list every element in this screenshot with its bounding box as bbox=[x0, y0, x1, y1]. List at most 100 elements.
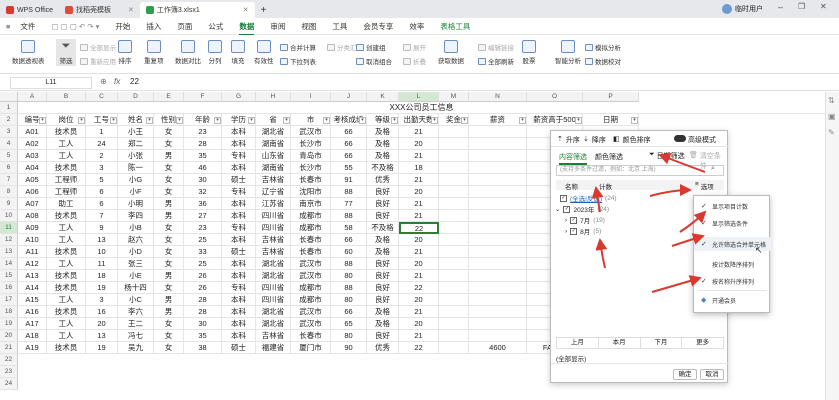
table-cell[interactable]: 23 bbox=[184, 222, 222, 234]
fx-icon[interactable]: fx bbox=[114, 77, 120, 86]
table-cell[interactable]: A14 bbox=[18, 282, 47, 294]
sort-button[interactable]: 排序 bbox=[118, 40, 132, 65]
table-cell[interactable] bbox=[439, 162, 469, 174]
table-cell[interactable] bbox=[469, 234, 527, 246]
table-cell[interactable]: 16 bbox=[86, 306, 118, 318]
table-cell[interactable]: 本科 bbox=[222, 294, 256, 306]
table-cell[interactable]: 四川省 bbox=[256, 222, 291, 234]
table-cell[interactable] bbox=[439, 138, 469, 150]
last-month-button[interactable]: 上月 bbox=[557, 338, 599, 348]
table-cell[interactable]: 26 bbox=[184, 282, 222, 294]
table-cell[interactable]: 88 bbox=[331, 210, 367, 222]
table-cell[interactable]: 良好 bbox=[367, 258, 399, 270]
table-cell[interactable] bbox=[439, 222, 469, 234]
table-cell[interactable] bbox=[439, 270, 469, 282]
table-cell[interactable]: 小B bbox=[118, 222, 154, 234]
table-cell[interactable]: 硕士 bbox=[222, 246, 256, 258]
row-header[interactable]: 15 bbox=[0, 270, 18, 282]
table-cell[interactable]: 20 bbox=[399, 318, 439, 330]
table-cell[interactable]: 20 bbox=[399, 258, 439, 270]
row-header[interactable]: 17 bbox=[0, 294, 18, 306]
table-cell[interactable]: 本科 bbox=[222, 234, 256, 246]
table-cell[interactable]: 良好 bbox=[367, 294, 399, 306]
sort-desc-button[interactable]: ⇣ 降序 bbox=[583, 135, 606, 145]
pivot-table-button[interactable]: 数据透视表 bbox=[12, 40, 45, 65]
table-cell[interactable]: 3 bbox=[86, 294, 118, 306]
table-cell[interactable]: A02 bbox=[18, 138, 47, 150]
table-cell[interactable]: 25 bbox=[184, 234, 222, 246]
table-cell[interactable]: 湖南省 bbox=[256, 138, 291, 150]
table-cell[interactable]: 良好 bbox=[367, 210, 399, 222]
table-cell[interactable]: 工人 bbox=[47, 330, 86, 342]
column-header[interactable]: G bbox=[222, 92, 256, 102]
table-cell[interactable]: 男 bbox=[154, 270, 184, 282]
table-cell[interactable]: 吴九 bbox=[118, 342, 154, 354]
row-header[interactable]: 21 bbox=[0, 342, 18, 354]
row-header[interactable]: 13 bbox=[0, 246, 18, 258]
table-cell[interactable] bbox=[439, 234, 469, 246]
table-cell[interactable]: 80 bbox=[331, 270, 367, 282]
table-cell[interactable]: 20 bbox=[399, 234, 439, 246]
table-cell[interactable] bbox=[469, 258, 527, 270]
close-icon[interactable]: ✕ bbox=[243, 6, 249, 14]
table-cell[interactable]: 21 bbox=[399, 198, 439, 210]
data-check-button[interactable]: 数据校对 bbox=[585, 56, 621, 66]
advanced-mode-toggle[interactable] bbox=[674, 135, 686, 142]
simulate-button[interactable]: 模拟分析 bbox=[585, 42, 621, 52]
formula-input[interactable]: 22 bbox=[130, 77, 139, 86]
filter-dropdown-icon[interactable]: ▾ bbox=[431, 117, 438, 124]
table-cell[interactable]: A12 bbox=[18, 258, 47, 270]
ungroup-button[interactable]: 取消组合 bbox=[356, 56, 392, 66]
table-cell[interactable]: 吉林省 bbox=[256, 330, 291, 342]
table-cell[interactable]: 专科 bbox=[222, 150, 256, 162]
filter-dropdown-icon[interactable]: ▾ bbox=[519, 117, 526, 124]
table-cell[interactable] bbox=[439, 210, 469, 222]
row-header[interactable]: 1 bbox=[0, 102, 18, 114]
table-cell[interactable]: 30 bbox=[184, 174, 222, 186]
table-cell[interactable]: 女 bbox=[154, 258, 184, 270]
table-cell[interactable]: 21 bbox=[399, 270, 439, 282]
table-cell[interactable]: 80 bbox=[331, 294, 367, 306]
table-cell[interactable]: 19 bbox=[86, 342, 118, 354]
table-cell[interactable]: 陈一 bbox=[118, 162, 154, 174]
table-cell[interactable]: 武汉市 bbox=[291, 126, 331, 138]
table-cell[interactable]: A13 bbox=[18, 270, 47, 282]
table-cell[interactable]: 36 bbox=[184, 198, 222, 210]
table-cell[interactable]: 本科 bbox=[222, 126, 256, 138]
row-header[interactable]: 10 bbox=[0, 210, 18, 222]
refresh-all-button[interactable]: 全部刷新 bbox=[478, 56, 514, 66]
table-cell[interactable]: 女 bbox=[154, 246, 184, 258]
table-cell[interactable] bbox=[439, 318, 469, 330]
table-cell[interactable]: 技术员 bbox=[47, 270, 86, 282]
table-cell[interactable]: A05 bbox=[18, 174, 47, 186]
split-column-button[interactable]: 分列 bbox=[208, 40, 222, 65]
table-cell[interactable]: 专科 bbox=[222, 186, 256, 198]
row-header[interactable]: 19 bbox=[0, 318, 18, 330]
table-cell[interactable]: 专科 bbox=[222, 282, 256, 294]
menu-review[interactable]: 审阅 bbox=[262, 21, 293, 32]
data-compare-button[interactable]: 数据对比 bbox=[175, 40, 201, 65]
table-cell[interactable]: 23 bbox=[184, 126, 222, 138]
checkbox-checked[interactable]: ✓ bbox=[563, 205, 571, 213]
table-cell[interactable]: 长春市 bbox=[291, 174, 331, 186]
toolbar-quick-icons[interactable]: ▢ ▢ ▢ ↶ ↷ ▾ bbox=[43, 22, 107, 31]
ok-button[interactable]: 确定 bbox=[673, 369, 697, 380]
row-header[interactable]: 4 bbox=[0, 138, 18, 150]
table-cell[interactable]: 60 bbox=[331, 246, 367, 258]
table-cell[interactable]: 13 bbox=[86, 330, 118, 342]
table-cell[interactable]: 湖北省 bbox=[256, 306, 291, 318]
close-window-icon[interactable]: ✕ bbox=[820, 2, 827, 11]
column-header[interactable]: F bbox=[184, 92, 222, 102]
next-month-button[interactable]: 下月 bbox=[641, 338, 683, 348]
tab-color-filter[interactable]: 颜色筛选 bbox=[595, 152, 623, 162]
filter-dropdown-icon[interactable]: ▾ bbox=[359, 117, 366, 124]
table-cell[interactable]: 技术员 bbox=[47, 210, 86, 222]
table-cell[interactable]: 优秀 bbox=[367, 342, 399, 354]
filter-dropdown-icon[interactable]: ▾ bbox=[248, 117, 255, 124]
filter-search-input[interactable]: (支持多条件过滤，例如：北京 上海) bbox=[556, 165, 724, 176]
table-cell[interactable]: 28 bbox=[184, 294, 222, 306]
table-cell[interactable] bbox=[469, 198, 527, 210]
table-cell[interactable]: 技术员 bbox=[47, 162, 86, 174]
table-cell[interactable]: 工人 bbox=[47, 258, 86, 270]
filter-dropdown-icon[interactable]: ▾ bbox=[110, 117, 117, 124]
